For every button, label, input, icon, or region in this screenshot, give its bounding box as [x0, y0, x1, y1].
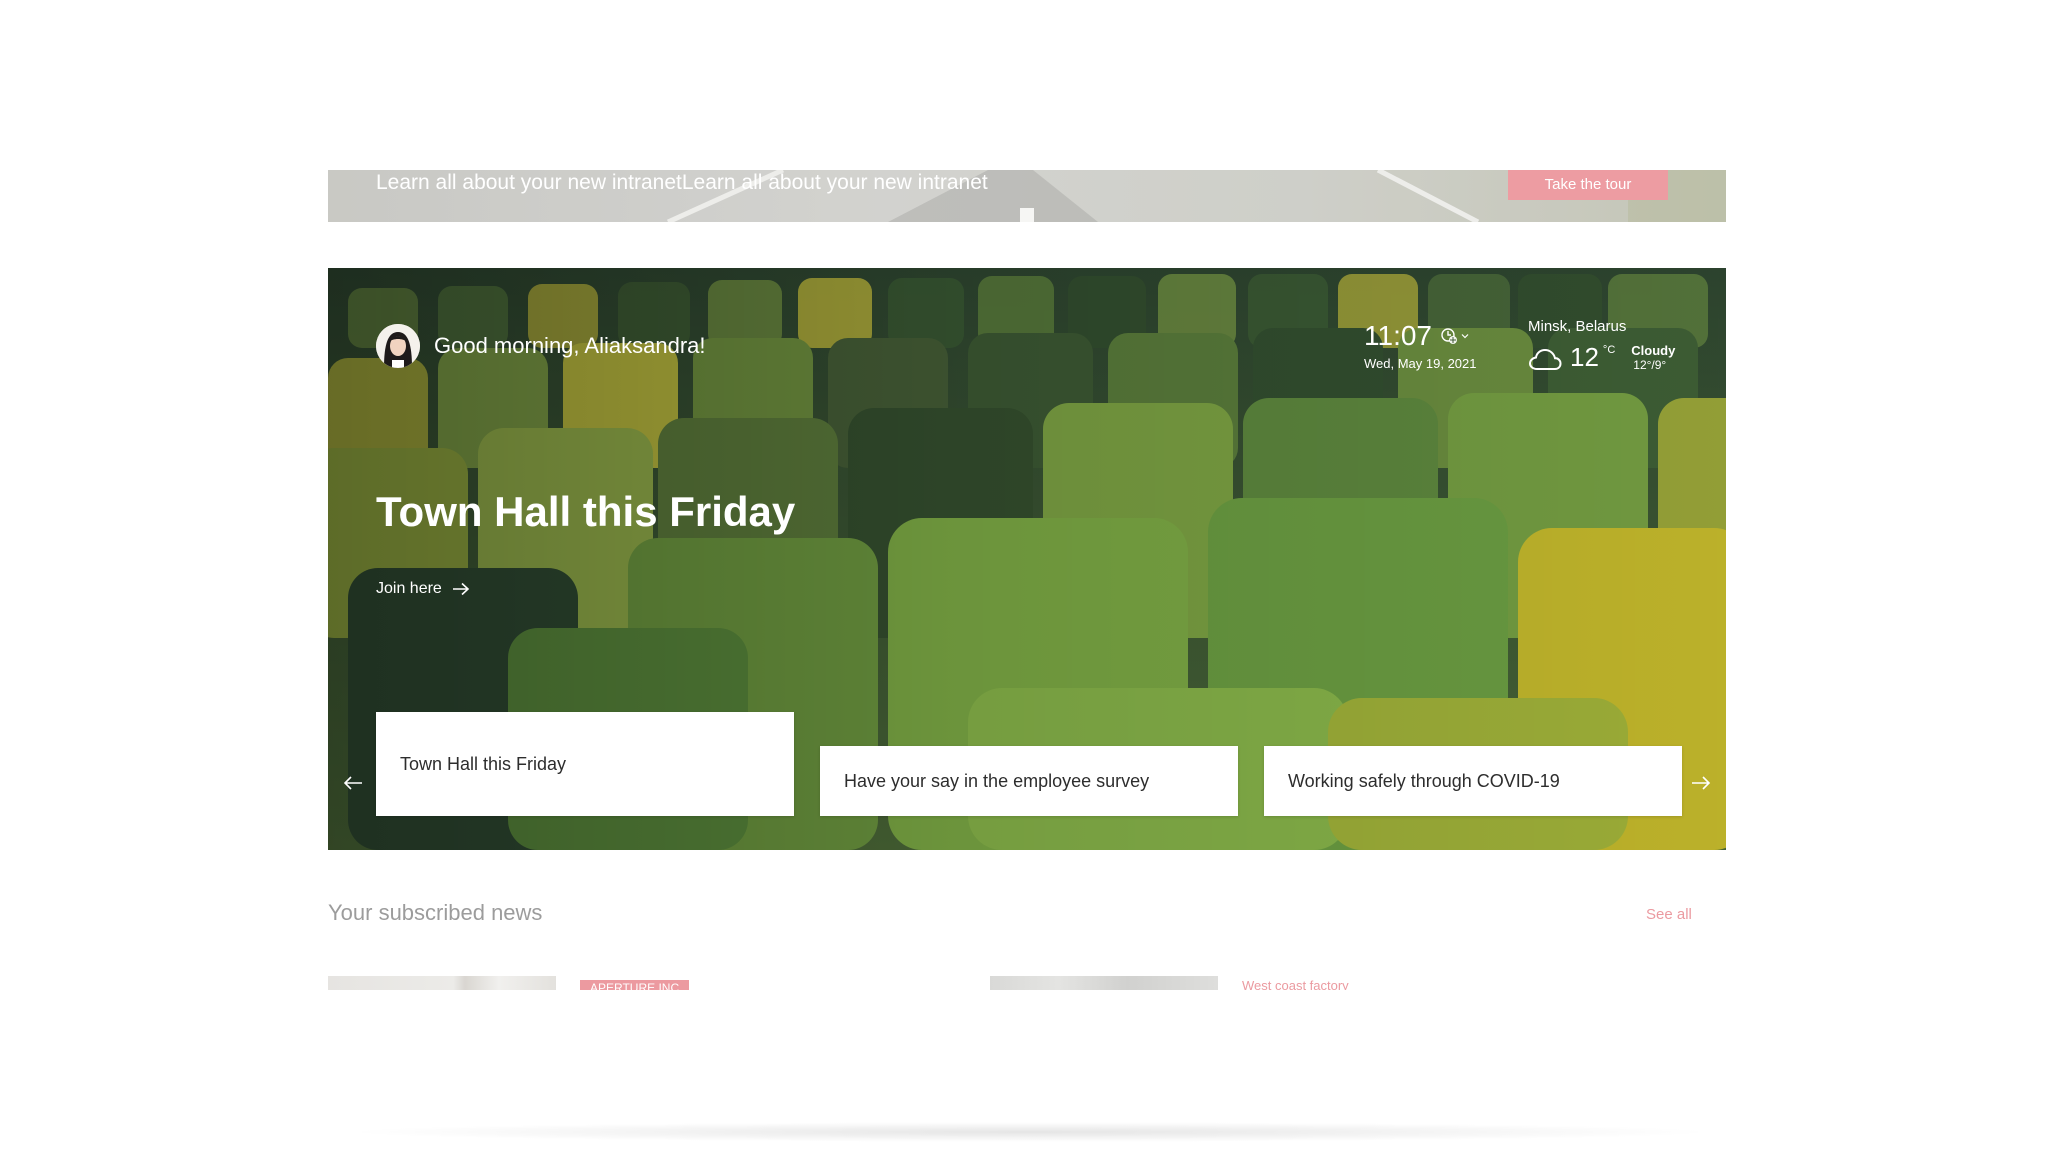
- weather-location: Minsk, Belarus: [1528, 318, 1627, 335]
- weather-unit: °C: [1602, 344, 1616, 356]
- news-tag: West coast factory: [1242, 978, 1349, 990]
- weather-widget[interactable]: Minsk, Belarus 12 °C Cloudy 12°/9°: [1528, 318, 1688, 373]
- news-thumbnail: [328, 976, 556, 990]
- hero-carousel: Good morning, Aliaksandra! 11:07 Wed, Ma…: [328, 268, 1726, 850]
- clock-date: Wed, May 19, 2021: [1364, 356, 1477, 371]
- avatar-portrait-icon: [376, 324, 420, 368]
- news-thumbnail: [990, 976, 1218, 990]
- take-the-tour-button[interactable]: Take the tour: [1508, 170, 1668, 200]
- chevron-down-icon[interactable]: [1460, 331, 1470, 341]
- cloud-icon: [1528, 348, 1562, 370]
- intranet-home-page: Learn all about your new intranetLearn a…: [0, 0, 2048, 1157]
- time-zone-icon[interactable]: [1440, 327, 1458, 345]
- carousel-card-3[interactable]: Working safely through COVID-19: [1264, 746, 1682, 816]
- carousel-card-2[interactable]: Have your say in the employee survey: [820, 746, 1238, 816]
- world-clock[interactable]: 11:07 Wed, May 19, 2021: [1364, 320, 1494, 371]
- join-here-label: Join here: [376, 580, 442, 597]
- greeting-text: Good morning, Aliaksandra!: [434, 333, 706, 358]
- greeting: Good morning, Aliaksandra!: [376, 323, 706, 369]
- subscribed-news-heading: Your subscribed news: [328, 900, 543, 925]
- carousel-card-label: Working safely through COVID-19: [1288, 770, 1560, 791]
- arrow-right-icon: [1692, 776, 1711, 790]
- news-item[interactable]: APERTURE INC: [328, 976, 728, 990]
- join-here-link[interactable]: Join here: [376, 580, 470, 598]
- arrow-right-icon: [452, 582, 470, 596]
- see-all-link[interactable]: See all: [1646, 906, 1692, 923]
- avatar[interactable]: [376, 324, 420, 368]
- carousel-card-label: Town Hall this Friday: [400, 753, 567, 774]
- carousel-prev-button[interactable]: [338, 768, 368, 798]
- weather-condition: Cloudy 12°/9°: [1631, 343, 1675, 373]
- weather-temperature: 12: [1570, 342, 1599, 372]
- tour-banner: Learn all about your new intranetLearn a…: [328, 170, 1726, 222]
- carousel-next-button[interactable]: [1686, 768, 1716, 798]
- hero-title: Town Hall this Friday: [376, 488, 796, 535]
- banner-text: Learn all about your new intranetLearn a…: [376, 171, 988, 194]
- news-item[interactable]: West coast factory: [990, 976, 1390, 990]
- page-shadow: [340, 1122, 1720, 1142]
- clock-time: 11:07: [1364, 320, 1432, 351]
- carousel-card-label: Have your say in the employee survey: [844, 770, 1150, 791]
- weather-condition-text: Cloudy: [1631, 343, 1676, 358]
- news-tag: APERTURE INC: [580, 980, 690, 990]
- weather-range: 12°/9°: [1633, 358, 1667, 372]
- arrow-left-icon: [343, 776, 362, 790]
- carousel-card-1[interactable]: Town Hall this Friday: [376, 712, 794, 816]
